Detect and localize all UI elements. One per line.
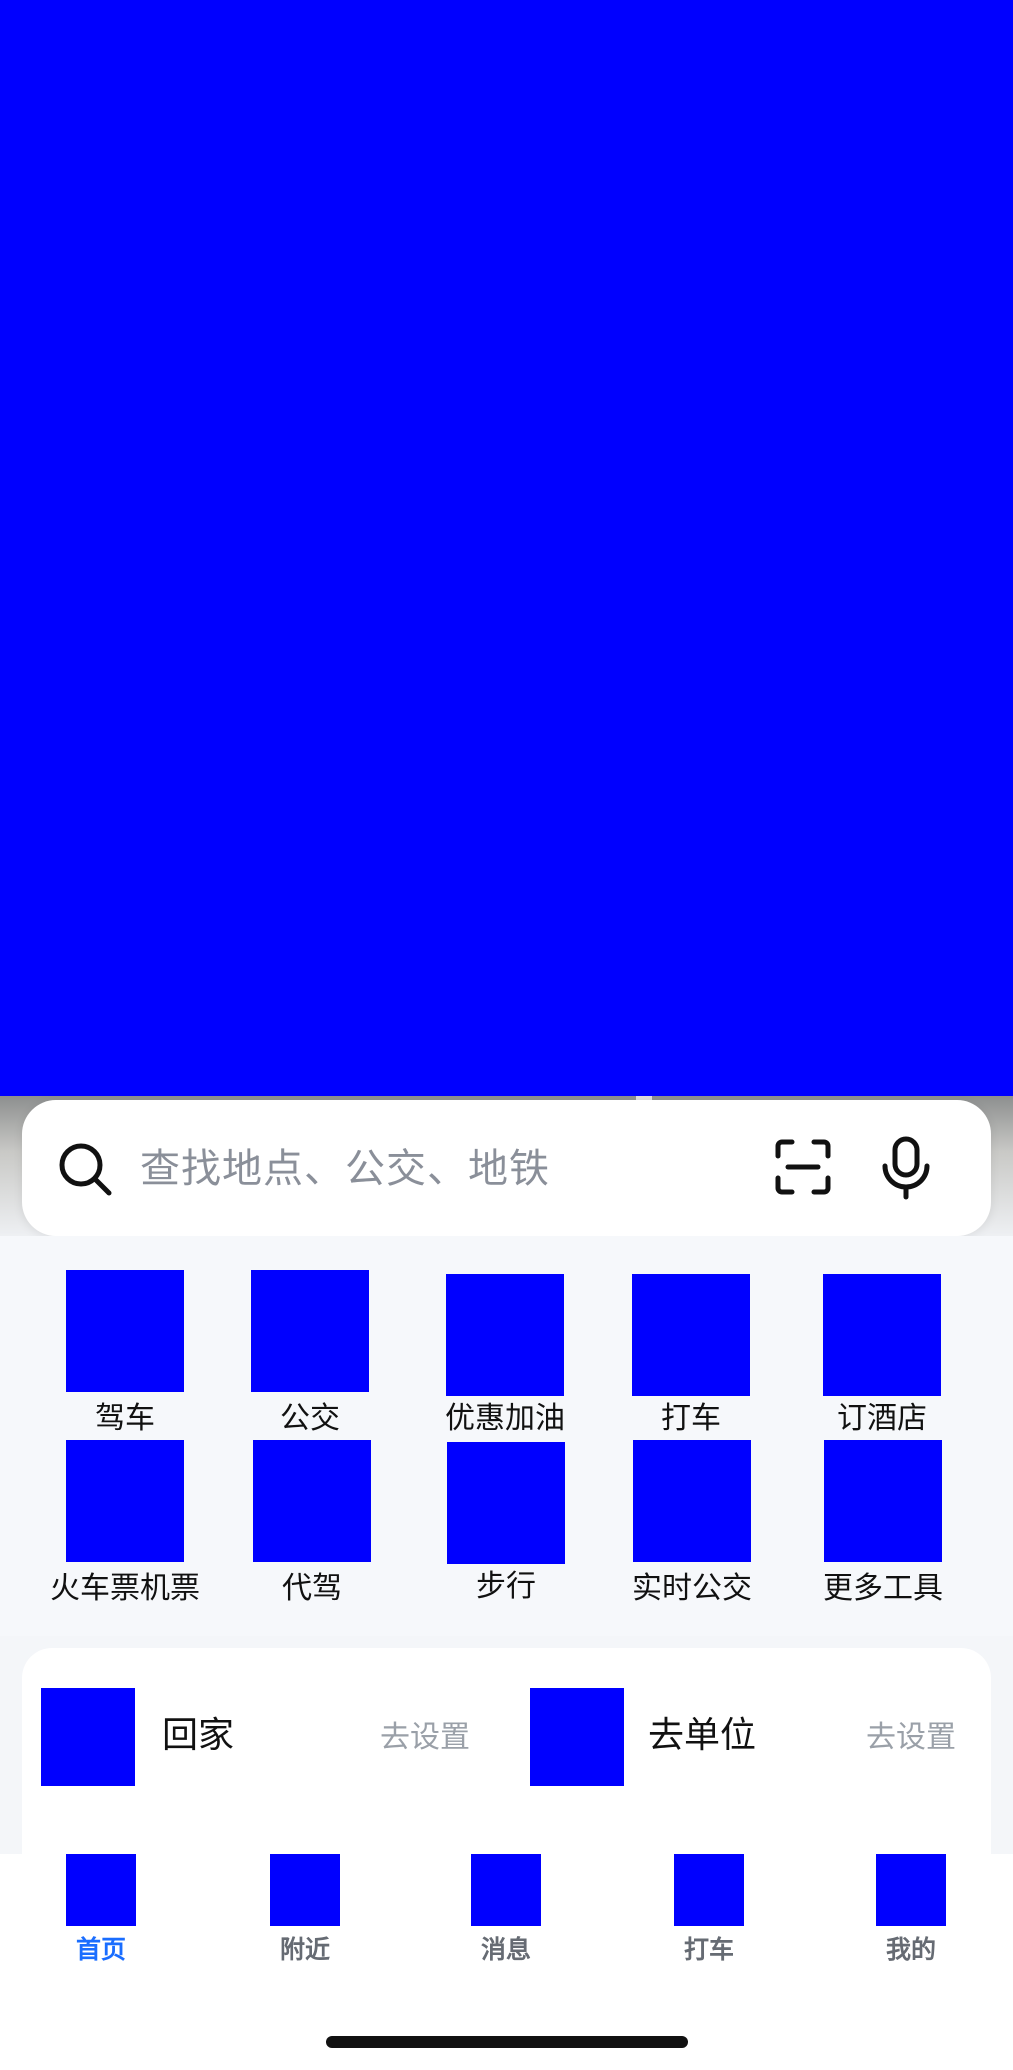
tab-nearby[interactable]: 附近 [235,1854,375,1966]
tool-bus[interactable]: 公交 [220,1270,400,1438]
home-tab-icon [66,1854,136,1926]
tool-taxi[interactable]: 打车 [601,1274,781,1438]
tool-label: 订酒店 [837,1401,927,1436]
set-office-link[interactable]: 去设置 [866,1716,956,1760]
set-home-link[interactable]: 去设置 [380,1716,470,1760]
tool-label: 代驾 [282,1571,342,1606]
favorites-card: 回家 去设置 去单位 去设置 [22,1648,991,1868]
tool-label: 打车 [661,1401,721,1436]
taxi-icon [632,1274,750,1396]
tool-label: 公交 [280,1401,340,1436]
scan-icon[interactable] [774,1138,832,1196]
tab-label: 打车 [683,1935,734,1964]
tool-walk[interactable]: 步行 [416,1442,596,1606]
tool-label: 步行 [476,1569,536,1604]
bus-icon [251,1270,369,1392]
favorite-title: 去单位 [648,1715,757,1756]
tab-taxi[interactable]: 打车 [639,1854,779,1966]
tab-profile[interactable]: 我的 [841,1854,981,1966]
tools-grid: 驾车 公交 优惠加油 打车 订酒店 火车票机票 代驾 步行 实时公交 更多工具 [0,1236,1013,1636]
train-ticket-icon [66,1440,184,1562]
tool-label: 优惠加油 [445,1401,565,1436]
fuel-icon [446,1274,564,1396]
home-icon [41,1688,135,1786]
nearby-tab-icon [270,1854,340,1926]
tab-label: 我的 [885,1935,936,1964]
profile-tab-icon [876,1854,946,1926]
car-icon [66,1270,184,1392]
realtime-bus-icon [633,1440,751,1562]
designated-driver-icon [253,1440,371,1562]
tool-more[interactable]: 更多工具 [793,1440,973,1608]
tab-home[interactable]: 首页 [31,1854,171,1966]
tool-label: 驾车 [95,1401,155,1436]
app-root: 查找地点、公交、地铁 驾车 公交 优惠加油 打车 订酒店 火车票机票 代驾 步行… [0,0,1013,2070]
tool-label: 实时公交 [632,1571,752,1606]
office-icon [530,1688,624,1786]
favorite-title: 回家 [162,1715,235,1756]
message-tab-icon [471,1854,541,1926]
tool-train-ticket[interactable]: 火车票机票 [35,1440,215,1608]
hotel-icon [823,1274,941,1396]
home-indicator[interactable] [326,2036,688,2048]
search-input[interactable]: 查找地点、公交、地铁 [140,1140,550,1198]
tab-label: 附近 [279,1935,330,1964]
tool-label: 更多工具 [823,1571,943,1606]
microphone-icon[interactable] [880,1136,932,1200]
tool-hotel[interactable]: 订酒店 [792,1274,972,1438]
search-icon [59,1143,112,1196]
tool-label: 火车票机票 [50,1571,200,1606]
tool-realtime-bus[interactable]: 实时公交 [602,1440,782,1608]
map-view[interactable] [0,0,1013,1096]
tab-label: 首页 [75,1935,126,1964]
more-tools-icon [824,1440,942,1562]
tab-label: 消息 [480,1935,531,1964]
tool-drive[interactable]: 驾车 [35,1270,215,1438]
tab-message[interactable]: 消息 [436,1854,576,1966]
tool-designated-driver[interactable]: 代驾 [222,1440,402,1608]
walk-icon [447,1442,565,1564]
search-bar[interactable]: 查找地点、公交、地铁 [22,1100,991,1236]
taxi-tab-icon [674,1854,744,1926]
tool-fuel[interactable]: 优惠加油 [415,1274,595,1438]
